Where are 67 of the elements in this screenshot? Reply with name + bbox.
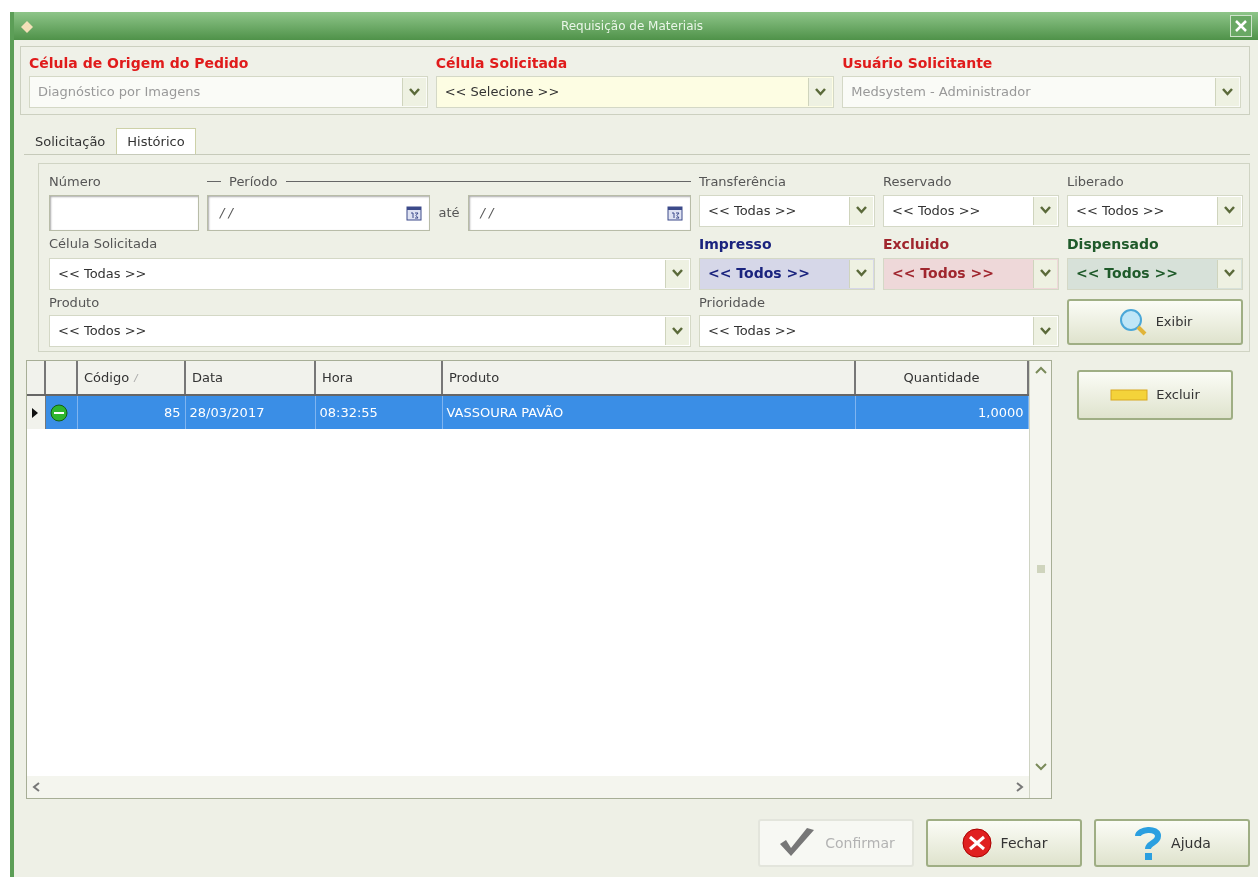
field-label: Número: [49, 173, 102, 191]
dropdown[interactable]: << Todos >>: [1067, 257, 1243, 290]
search-icon: [1117, 306, 1148, 337]
date-field[interactable]: / /: [467, 194, 691, 231]
dropdown[interactable]: << Todas >>: [699, 315, 1059, 347]
date-field[interactable]: / /: [207, 194, 431, 231]
table-cell: 28/03/2017: [185, 395, 315, 429]
dropdown[interactable]: << Todos >>: [883, 194, 1059, 227]
show-button[interactable]: Exibir: [1067, 298, 1243, 345]
number-field[interactable]: [49, 194, 199, 231]
vertical-scrollbar[interactable]: [1029, 361, 1051, 798]
field-label: Período: [229, 173, 278, 191]
table-cell: 1,0000: [855, 395, 1028, 429]
column-header[interactable]: Quantidade: [855, 361, 1028, 395]
minus-bar-icon: [1110, 389, 1149, 401]
dropdown[interactable]: << Todas >>: [699, 194, 875, 227]
horizontal-scrollbar[interactable]: [27, 776, 1029, 798]
tab[interactable]: Histórico: [116, 128, 196, 154]
table-cell: VASSOURA PAVÃO: [442, 395, 855, 429]
field-label: Reservado: [883, 173, 953, 191]
window-title: Requisição de Materiais: [559, 18, 705, 35]
field-label: Produto: [49, 293, 101, 312]
dropdown[interactable]: << Todos >>: [883, 257, 1059, 290]
scroll-thumb[interactable]: [1036, 564, 1045, 573]
chevron-icon: [1217, 259, 1241, 288]
chevron-icon: [401, 78, 426, 106]
field-label: Impresso: [699, 234, 773, 254]
table-cell: 08:32:55: [315, 395, 442, 429]
chevron-icon: [1033, 196, 1057, 225]
scroll-up-icon[interactable]: [1034, 365, 1047, 375]
help-button[interactable]: Ajuda: [1094, 819, 1250, 867]
close-icon[interactable]: [1230, 15, 1252, 37]
field-label: Dispensado: [1067, 234, 1160, 254]
delete-button[interactable]: Excluir: [1077, 370, 1233, 420]
field-label: Célula Solicitada: [49, 234, 159, 253]
field-label: Liberado: [1067, 173, 1125, 191]
chevron-icon: [1215, 78, 1239, 106]
column-header[interactable]: Hora: [315, 361, 442, 395]
dropdown[interactable]: << Selecione >>: [435, 76, 835, 108]
table-cell: 85: [77, 395, 185, 429]
separator-label: até: [438, 203, 460, 222]
dropdown[interactable]: << Todos >>: [1067, 194, 1243, 227]
field-label: Célula Solicitada: [435, 54, 569, 73]
scroll-down-icon[interactable]: [1034, 762, 1047, 772]
chevron-icon: [1033, 317, 1057, 345]
chevron-icon: [849, 259, 873, 288]
chevron-icon: [1217, 196, 1241, 225]
column-header[interactable]: Código: [77, 361, 185, 395]
field-label: Excluido: [883, 234, 951, 254]
chevron-icon: [808, 78, 833, 106]
tab[interactable]: Solicitação: [24, 127, 117, 154]
column-header[interactable]: Produto: [442, 361, 855, 395]
dropdown[interactable]: << Todas >>: [49, 257, 691, 290]
chevron-icon: [665, 317, 689, 345]
field-label: Prioridade: [699, 293, 766, 312]
chevron-icon: [849, 196, 873, 225]
chevron-icon: [665, 259, 689, 288]
question-mark-icon: [1133, 825, 1164, 861]
field-label: Transferência: [699, 173, 787, 191]
dropdown[interactable]: << Todos >>: [49, 315, 691, 347]
chevron-icon: [1033, 259, 1057, 288]
column-header[interactable]: Data: [185, 361, 315, 395]
dropdown[interactable]: << Todos >>: [699, 257, 875, 290]
field-label: Usuário Solicitante: [842, 54, 994, 73]
close-button[interactable]: Fechar: [926, 819, 1082, 867]
stop-icon: [960, 827, 993, 859]
field-label: Célula de Origem do Pedido: [29, 54, 250, 73]
